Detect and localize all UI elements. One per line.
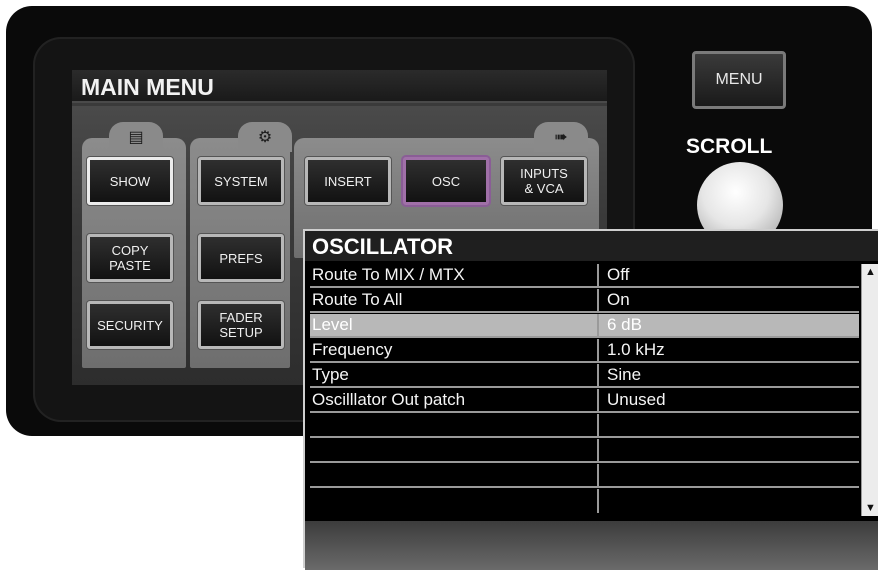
security-button[interactable]: SECURITY [87,301,173,349]
popup-footer [305,521,878,570]
column-divider [597,439,599,461]
param-label: Route To All [312,290,403,309]
param-row-empty [310,464,859,488]
column-divider [597,489,599,513]
param-label: Level [312,315,353,334]
param-value: Sine [607,365,642,384]
column-divider [597,464,599,486]
list-icon: ▤ [109,122,163,152]
scroll-label: SCROLL [686,135,773,158]
copy-paste-button[interactable]: COPY PASTE [87,234,173,282]
scroll-up-arrow-icon[interactable]: ▲ [862,266,878,278]
column-divider [597,289,599,311]
osc-button[interactable]: OSC [403,157,489,205]
hardware-menu-button[interactable]: MENU [692,51,786,109]
param-row[interactable]: Route To All On [310,289,859,313]
oscillator-parameter-list: Route To MIX / MTX Off Route To All On Lev… [310,264,859,516]
param-row-selected[interactable]: Level 6 dB [310,314,859,338]
main-menu-title: MAIN MENU [72,70,607,103]
show-button[interactable]: SHOW [87,157,173,205]
param-row[interactable]: Frequency 1.0 kHz [310,339,859,363]
oscillator-title: OSCILLATOR [305,231,878,261]
signal-patch-icon: ➠ [534,122,588,152]
param-row[interactable]: Oscilllator Out patch Unused [310,389,859,413]
insert-button[interactable]: INSERT [305,157,391,205]
column-divider [597,314,599,336]
param-label: Oscilllator Out patch [312,390,466,409]
param-row[interactable]: Type Sine [310,364,859,388]
oscillator-popup: OSCILLATOR Route To MIX / MTX Off Route T… [303,229,878,570]
gears-icon: ⚙ [238,122,292,152]
column-divider [597,339,599,361]
column-divider [597,389,599,411]
column-divider [597,414,599,436]
system-button[interactable]: SYSTEM [198,157,284,205]
param-value: Off [607,265,630,284]
scroll-down-arrow-icon[interactable]: ▼ [862,502,878,514]
column-divider [597,364,599,386]
inputs-vca-button[interactable]: INPUTS & VCA [501,157,587,205]
param-row-empty [310,414,859,438]
fader-setup-button[interactable]: FADER SETUP [198,301,284,349]
param-row[interactable]: Route To MIX / MTX Off [310,264,859,288]
param-label: Route To MIX / MTX [312,265,465,284]
param-label: Type [312,365,349,384]
param-value: On [607,290,630,309]
column-divider [597,264,599,286]
prefs-button[interactable]: PREFS [198,234,284,282]
param-value: 1.0 kHz [607,340,665,359]
param-value: 6 dB [607,315,642,334]
param-row-empty [310,489,859,513]
list-scrollbar[interactable]: ▲ ▼ [861,264,878,516]
param-label: Frequency [312,340,393,359]
param-value: Unused [607,390,666,409]
param-row-empty [310,439,859,463]
